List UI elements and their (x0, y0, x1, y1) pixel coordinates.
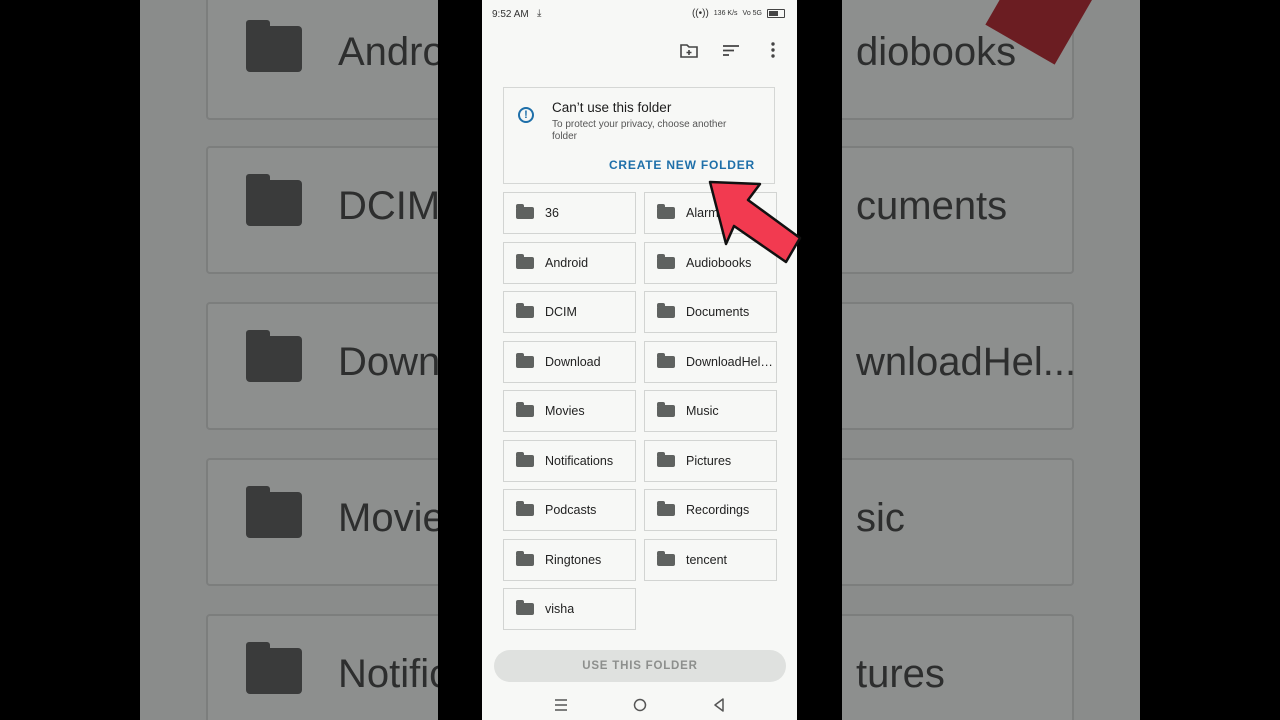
folder-icon (516, 402, 534, 417)
use-this-folder-button[interactable]: USE THIS FOLDER (494, 650, 786, 682)
bg-card: Andro (206, 0, 438, 120)
folder-item[interactable]: Ringtones (503, 538, 636, 581)
info-alert-icon: ! (518, 107, 534, 123)
status-bar: 9:52 AM ⤓ ((•)) 136 K/s Vo 5G (482, 0, 797, 28)
folder-icon (516, 501, 534, 516)
hotspot-icon: ((•)) (691, 8, 709, 19)
folder-item[interactable]: Android (503, 241, 636, 284)
create-new-folder-button[interactable]: CREATE NEW FOLDER (609, 158, 755, 172)
folder-item[interactable]: Movies (503, 390, 636, 432)
bg-label: cuments (856, 184, 1008, 228)
more-vert-icon[interactable] (763, 40, 783, 60)
folder-label: Documents (686, 305, 750, 319)
bg-label: Down (338, 340, 438, 384)
create-new-folder-icon[interactable] (679, 40, 699, 60)
signal-icon: Vo 5G (742, 10, 762, 17)
status-time: 9:52 AM (492, 9, 529, 20)
bg-card: wnloadHel... (842, 302, 1077, 430)
bg-card: Notific (206, 614, 438, 720)
folder-item[interactable]: Podcasts (503, 489, 636, 531)
folder-label: Movies (545, 404, 585, 418)
folder-item[interactable]: Recordings (644, 489, 777, 531)
folder-label: Pictures (686, 453, 732, 468)
folder-icon (516, 204, 534, 219)
bg-card: Down (206, 302, 438, 430)
folder-icon (516, 253, 534, 269)
folder-item[interactable]: DCIM (503, 291, 636, 333)
network-speed: 136 K/s (713, 10, 738, 17)
status-icons: ((•)) 136 K/s Vo 5G (692, 8, 785, 19)
folder-item[interactable]: 36 (503, 192, 636, 234)
folder-icon (657, 303, 675, 318)
recents-icon[interactable] (552, 696, 570, 714)
download-icon: ⤓ (537, 8, 542, 19)
bg-label: Notific (338, 652, 438, 696)
background-right: diobooks cuments wnloadHel... sic tures (842, 0, 1140, 720)
notice-subtitle: To protect your privacy, choose another … (552, 119, 727, 142)
folder-item[interactable]: Pictures (644, 439, 777, 482)
bg-card: tures (842, 614, 1074, 720)
folder-icon (516, 550, 534, 566)
notice-title: Can’t use this folder (552, 100, 672, 115)
battery-icon (767, 9, 785, 18)
back-icon[interactable] (710, 696, 728, 714)
folder-label: Notifications (545, 453, 614, 468)
folder-icon (657, 501, 675, 516)
bg-card: cuments (842, 146, 1074, 274)
folder-icon (657, 253, 675, 269)
bg-card: Movie (206, 458, 438, 586)
folder-label: tencent (686, 552, 728, 567)
navigation-bar (482, 690, 797, 720)
folder-icon (246, 20, 302, 72)
bg-label: tures (856, 652, 945, 696)
bg-label: Andro (338, 30, 438, 74)
bg-label: diobooks (856, 30, 1017, 74)
folder-label: visha (545, 602, 575, 616)
folder-icon (516, 600, 534, 615)
folder-icon (516, 303, 534, 318)
folder-icon (246, 174, 302, 226)
red-arrow-annotation (708, 180, 802, 264)
phone-screen: 9:52 AM ⤓ ((•)) 136 K/s Vo 5G ! Can’t us… (482, 0, 797, 720)
folder-icon (516, 451, 534, 467)
bg-label: Movie (338, 496, 438, 540)
bg-card: sic (842, 458, 1074, 586)
folder-label: Music (686, 404, 719, 418)
folder-label: DCIM (545, 305, 577, 319)
folder-icon (657, 451, 675, 467)
folder-item[interactable]: visha (503, 588, 636, 630)
folder-item[interactable]: DownloadHelper (644, 340, 777, 383)
folder-label: Android (545, 255, 589, 270)
sort-icon[interactable] (721, 40, 741, 60)
bg-label: sic (856, 496, 905, 540)
folder-label: Recordings (686, 503, 750, 517)
folder-item[interactable]: Notifications (503, 439, 636, 482)
folder-label: Podcasts (545, 503, 597, 517)
folder-icon (657, 402, 675, 417)
folder-label: Download (545, 354, 601, 369)
folder-icon (246, 642, 302, 694)
folder-label: Ringtones (545, 552, 602, 567)
folder-icon (246, 486, 302, 538)
folder-icon (657, 352, 675, 368)
folder-label: DownloadHelper (686, 354, 776, 369)
bg-label: wnloadHel... (856, 340, 1077, 384)
background-left: Andro DCIM Down Movie Notific (140, 0, 438, 720)
folder-item[interactable]: Documents (644, 291, 777, 333)
folder-label: 36 (545, 206, 559, 220)
folder-item[interactable]: Download (503, 340, 636, 383)
folder-item[interactable]: tencent (644, 538, 777, 581)
bg-card: DCIM (206, 146, 438, 274)
folder-item[interactable]: Music (644, 390, 777, 432)
folder-icon (246, 330, 302, 382)
home-icon[interactable] (631, 696, 649, 714)
cant-use-folder-notice: ! Can’t use this folder To protect your … (503, 87, 775, 184)
bg-label: DCIM (338, 184, 438, 228)
folder-icon (516, 352, 534, 368)
toolbar (679, 40, 783, 60)
folder-icon (657, 550, 675, 566)
folder-icon (657, 204, 675, 219)
